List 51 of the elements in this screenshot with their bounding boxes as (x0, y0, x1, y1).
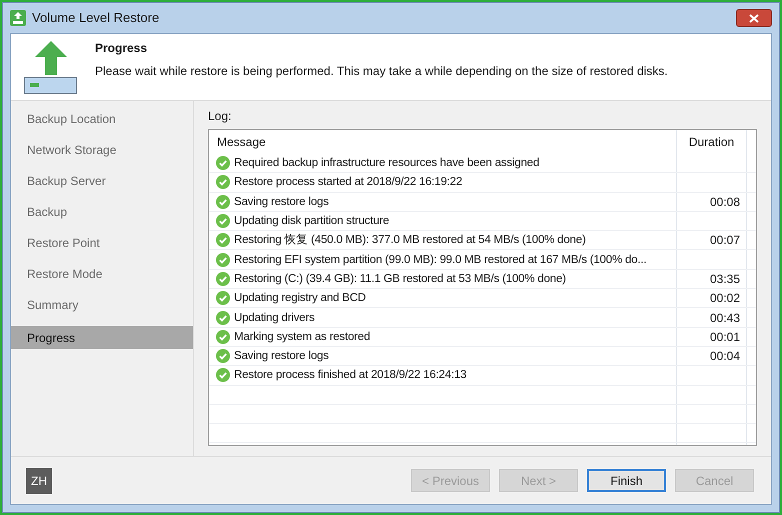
check-circle-icon (216, 214, 230, 228)
sidebar-item[interactable]: Progress (11, 326, 193, 349)
check-circle-icon (216, 156, 230, 170)
log-duration: 00:43 (710, 310, 740, 327)
log-message: Marking system as restored (234, 330, 370, 344)
log-duration: 00:08 (710, 194, 740, 211)
log-message: Updating registry and BCD (234, 291, 366, 306)
log-duration: 00:04 (710, 348, 740, 366)
header-description: Please wait while restore is being performed. This may take a while depending on the size of restored disks. (95, 63, 668, 80)
sidebar-item[interactable]: Restore Point (11, 233, 193, 252)
window-title: Volume Level Restore (32, 9, 160, 28)
sidebar-item[interactable]: Backup Server (11, 171, 193, 190)
log-duration: 00:01 (710, 328, 740, 346)
sidebar-item[interactable]: Restore Mode (11, 264, 193, 283)
check-circle-icon (216, 272, 230, 286)
log-duration: 00:02 (710, 290, 740, 308)
check-circle-icon (216, 233, 230, 248)
check-circle-icon (216, 175, 230, 190)
sidebar-item[interactable]: Summary (11, 295, 193, 314)
footer-button[interactable]: Finish (587, 469, 666, 492)
log-message: Required backup infrastructure resources have been assigned (234, 156, 540, 170)
log-message: Restore process started at 2018/9/22 16:19:22 (234, 175, 462, 190)
log-message: Restore process finished at 2018/9/22 16:24:13 (234, 368, 466, 382)
column-header[interactable]: Duration (676, 130, 746, 154)
log-message: Restoring (C:) (39.4 GB): 11.1 GB restored at 53 MB/s (100% done) (234, 272, 566, 286)
language-badge[interactable]: ZH (26, 468, 52, 494)
close-button[interactable] (736, 9, 772, 27)
check-circle-icon (216, 310, 230, 325)
log-duration: 03:35 (710, 270, 740, 288)
check-circle-icon (216, 349, 230, 364)
log-message: Updating disk partition structure (234, 214, 390, 228)
header-title: Progress (95, 40, 148, 57)
log-message: Restoring 恢复 (450.0 MB): 377.0 MB restored at 54 MB/s (100% done) (234, 233, 586, 248)
log-message: Restoring EFI system partition (99.0 MB): 99.0 MB restored at 167 MB/s (100% do... (234, 252, 646, 267)
log-message: Saving restore logs (234, 349, 329, 364)
sidebar-item[interactable]: Network Storage (11, 140, 193, 159)
close-icon (749, 14, 759, 22)
column-header[interactable]: Message (209, 133, 676, 151)
check-circle-icon (216, 291, 230, 306)
check-circle-icon (216, 330, 230, 344)
log-message: Updating drivers (234, 310, 315, 325)
log-message: Saving restore logs (234, 194, 329, 209)
upload-drive-icon (24, 41, 78, 95)
check-circle-icon (216, 368, 230, 382)
log-duration: 00:07 (710, 232, 740, 250)
sidebar-item[interactable]: Backup Location (11, 109, 193, 128)
check-circle-icon (216, 194, 230, 209)
sidebar-item[interactable]: Backup (11, 202, 193, 221)
log-label: Log: (208, 108, 232, 125)
check-circle-icon (216, 252, 230, 267)
upload-drive-icon (10, 10, 26, 26)
